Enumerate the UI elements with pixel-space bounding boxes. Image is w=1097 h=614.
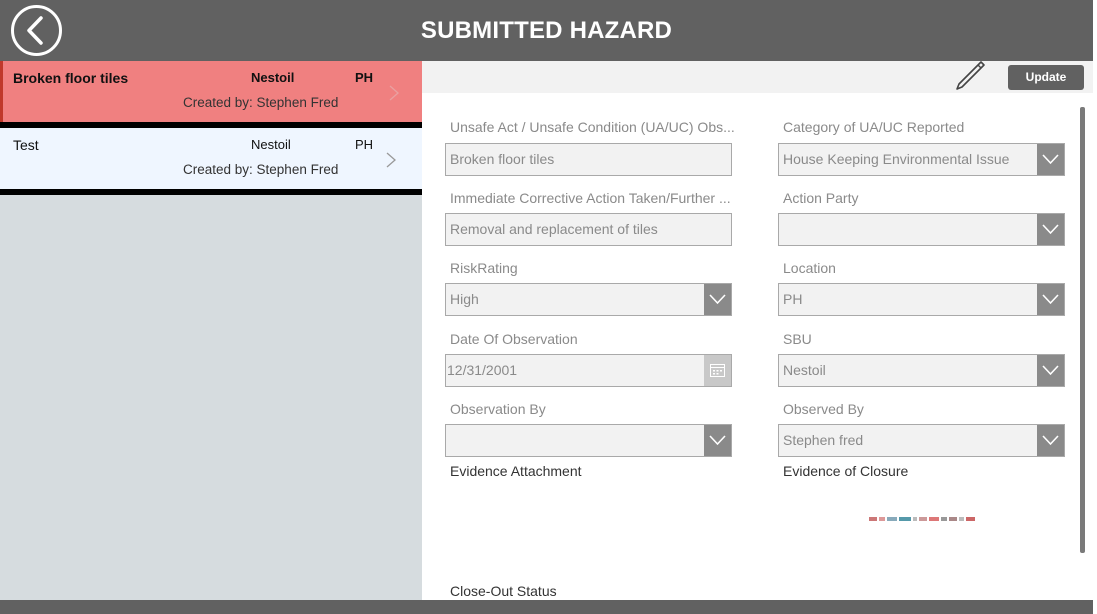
- hazard-list: Broken floor tiles Nestoil PH Created by…: [0, 61, 422, 600]
- corrective-action-label: Immediate Corrective Action Taken/Furthe…: [450, 190, 731, 206]
- chevron-right-icon[interactable]: [385, 152, 397, 168]
- observed-by-dropdown-button[interactable]: [1037, 425, 1064, 456]
- chevron-down-icon: [709, 435, 726, 446]
- location-select[interactable]: PH: [778, 283, 1065, 316]
- update-button[interactable]: Update: [1008, 65, 1084, 90]
- detail-toolbar: Update: [422, 61, 1093, 93]
- location-label: Location: [783, 260, 836, 276]
- date-value: 12/31/2001: [447, 362, 518, 378]
- chevron-down-icon: [1042, 365, 1059, 376]
- observed-by-label: Observed By: [783, 401, 864, 417]
- sbu-value: Nestoil: [783, 362, 826, 378]
- risk-rating-dropdown-button[interactable]: [704, 284, 731, 315]
- observation-by-dropdown-button[interactable]: [704, 425, 731, 456]
- risk-rating-select[interactable]: High: [445, 283, 732, 316]
- category-select[interactable]: House Keeping Environmental Issue: [778, 143, 1065, 176]
- action-party-dropdown-button[interactable]: [1037, 214, 1064, 245]
- location-dropdown-button[interactable]: [1037, 284, 1064, 315]
- list-item[interactable]: Test Nestoil PH Created by: Stephen Fred: [0, 128, 422, 189]
- action-party-select[interactable]: [778, 213, 1065, 246]
- calendar-button[interactable]: [704, 355, 731, 386]
- corrective-action-field[interactable]: Removal and replacement of tiles: [445, 213, 732, 246]
- chevron-down-icon: [1042, 154, 1059, 165]
- category-label: Category of UA/UC Reported: [783, 119, 965, 135]
- detail-panel: Update Unsafe Act / Unsafe Condition (UA…: [422, 61, 1093, 600]
- chevron-down-icon: [1042, 435, 1059, 446]
- chevron-right-icon[interactable]: [388, 85, 400, 101]
- item-company: Nestoil: [251, 137, 291, 152]
- observation-field[interactable]: Broken floor tiles: [445, 143, 732, 176]
- chevron-down-icon: [1042, 224, 1059, 235]
- chevron-down-icon: [709, 294, 726, 305]
- evidence-attachment-label: Evidence Attachment: [450, 463, 582, 479]
- observation-label: Unsafe Act / Unsafe Condition (UA/UC) Ob…: [450, 119, 735, 135]
- action-party-label: Action Party: [783, 190, 859, 206]
- observed-by-select[interactable]: Stephen fred: [778, 424, 1065, 457]
- item-company: Nestoil: [251, 70, 295, 85]
- window-edge: [1093, 0, 1097, 614]
- sbu-dropdown-button[interactable]: [1037, 355, 1064, 386]
- sbu-select[interactable]: Nestoil: [778, 354, 1065, 387]
- observed-by-value: Stephen fred: [783, 432, 864, 448]
- evidence-closure-label: Evidence of Closure: [783, 463, 909, 479]
- closeout-status-label: Close-Out Status: [450, 583, 557, 599]
- observation-by-select[interactable]: [445, 424, 732, 457]
- bottom-bar: [0, 600, 1093, 614]
- risk-rating-value: High: [450, 291, 479, 307]
- sbu-label: SBU: [783, 331, 812, 347]
- chevron-down-icon: [1042, 294, 1059, 305]
- page-title: SUBMITTED HAZARD: [420, 17, 673, 44]
- item-location: PH: [355, 70, 374, 85]
- item-location: PH: [355, 137, 374, 152]
- evidence-thumbnail-image[interactable]: [869, 516, 975, 522]
- item-created-by: Created by: Stephen Fred: [183, 162, 339, 177]
- item-title: Test: [13, 137, 39, 153]
- item-created-by: Created by: Stephen Fred: [183, 95, 339, 110]
- observation-by-label: Observation By: [450, 401, 546, 417]
- risk-rating-label: RiskRating: [450, 260, 518, 276]
- category-dropdown-button[interactable]: [1037, 144, 1064, 175]
- location-value: PH: [783, 291, 803, 307]
- date-picker[interactable]: 12/31/2001: [445, 354, 732, 387]
- app-header: SUBMITTED HAZARD: [0, 0, 1093, 61]
- category-value: House Keeping Environmental Issue: [783, 151, 1010, 167]
- list-item[interactable]: Broken floor tiles Nestoil PH Created by…: [0, 61, 422, 122]
- item-title: Broken floor tiles: [13, 70, 129, 86]
- list-divider: [0, 189, 422, 195]
- date-label: Date Of Observation: [450, 331, 578, 347]
- calendar-icon: [710, 364, 725, 377]
- form-scrollbar[interactable]: [1080, 107, 1085, 553]
- pencil-icon[interactable]: [953, 59, 987, 93]
